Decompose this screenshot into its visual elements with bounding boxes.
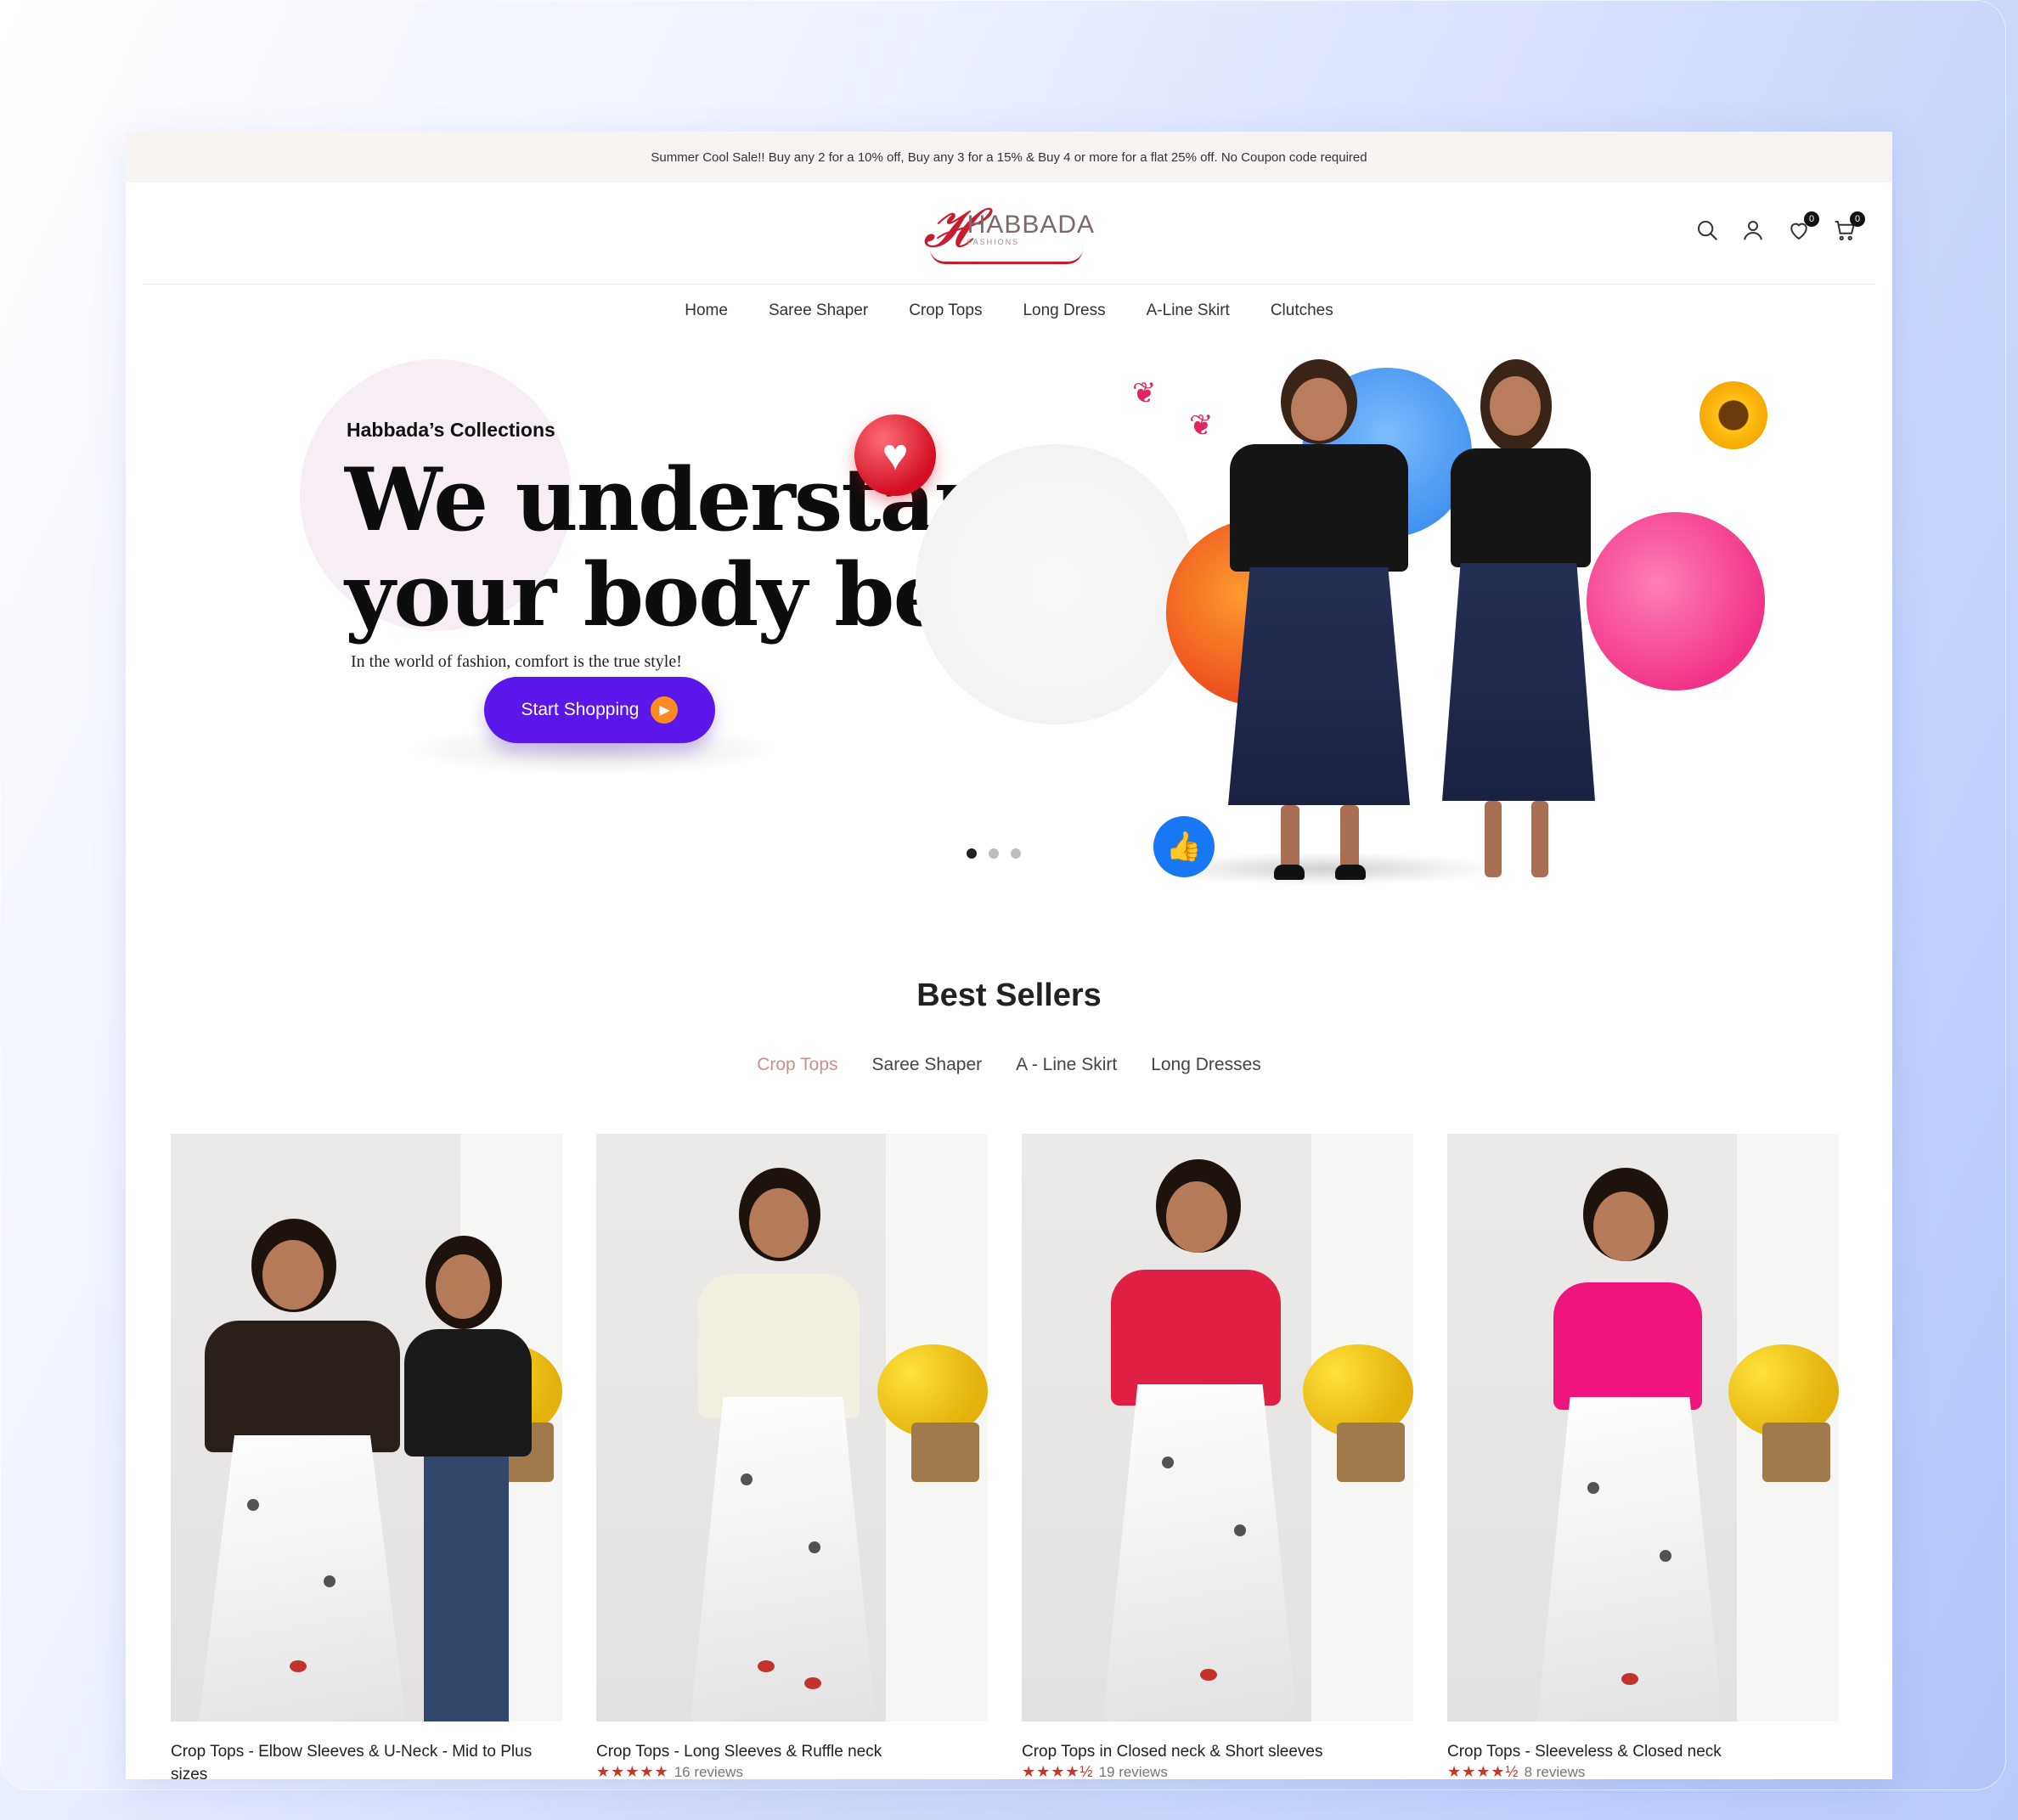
sunflower-icon [1700, 381, 1767, 449]
butterfly-icon: ❦ [1189, 409, 1214, 442]
tab-crop-tops[interactable]: Crop Tops [757, 1055, 837, 1075]
hero-subtitle: In the world of fashion, comfort is the … [351, 652, 682, 671]
main-nav: Home Saree Shaper Crop Tops Long Dress A… [126, 285, 1892, 334]
star-rating-icon: ★★★★½ [1022, 1763, 1094, 1779]
nav-clutches[interactable]: Clutches [1271, 301, 1333, 334]
star-rating-icon: ★★★★½ [1447, 1763, 1519, 1779]
nav-saree-shaper[interactable]: Saree Shaper [769, 301, 868, 334]
announcement-bar: Summer Cool Sale!! Buy any 2 for a 10% o… [126, 132, 1892, 183]
logo-mark: 𝓗 [922, 197, 972, 260]
product-rating: ★★★★★ 16 reviews [596, 1763, 988, 1779]
start-shopping-label: Start Shopping [521, 700, 640, 719]
nav-home[interactable]: Home [685, 301, 728, 334]
start-shopping-button[interactable]: Start Shopping ▶ [484, 677, 715, 743]
logo-tagline: FASHIONS [967, 238, 1020, 246]
browser-window: Summer Cool Sale!! Buy any 2 for a 10% o… [126, 132, 1892, 1779]
logo-swoosh [929, 249, 1083, 264]
product-title[interactable]: Crop Tops - Sleeveless & Closed neck [1447, 1740, 1839, 1763]
hero-white-circle [916, 444, 1196, 724]
product-card[interactable]: Crop Tops - Elbow Sleeves & U-Neck - Mid… [171, 1134, 562, 1779]
hero-banner: Habbada’s Collections We understand your… [126, 334, 1892, 945]
carousel-dot[interactable] [967, 848, 977, 859]
hero-eyebrow: Habbada’s Collections [347, 419, 555, 441]
best-sellers-title: Best Sellers [916, 978, 1102, 1013]
product-title[interactable]: Crop Tops - Long Sleeves & Ruffle neck [596, 1740, 988, 1763]
review-count[interactable]: 19 reviews [1099, 1764, 1168, 1780]
account-icon[interactable] [1739, 217, 1767, 244]
nav-a-line-skirt[interactable]: A-Line Skirt [1147, 301, 1230, 334]
review-count[interactable]: 8 reviews [1525, 1764, 1586, 1780]
brand-logo[interactable]: 𝓗 HABBADA FASHIONS [922, 197, 1096, 264]
product-image[interactable] [596, 1134, 988, 1721]
product-image[interactable] [1447, 1134, 1839, 1721]
wishlist-count-badge: 0 [1804, 211, 1819, 227]
site-header: 𝓗 HABBADA FASHIONS 0 0 [143, 183, 1875, 285]
product-card[interactable]: Crop Tops - Sleeveless & Closed neck ★★★… [1447, 1134, 1839, 1779]
product-card[interactable]: Crop Tops - Long Sleeves & Ruffle neck ★… [596, 1134, 988, 1779]
review-count[interactable]: 16 reviews [674, 1764, 743, 1780]
carousel-dots [967, 848, 1021, 859]
product-title[interactable]: Crop Tops - Elbow Sleeves & U-Neck - Mid… [171, 1740, 562, 1779]
nav-long-dress[interactable]: Long Dress [1023, 301, 1105, 334]
carousel-dot[interactable] [989, 848, 999, 859]
logo-wordmark: HABBADA [967, 211, 1096, 239]
product-card[interactable]: Crop Tops in Closed neck & Short sleeves… [1022, 1134, 1413, 1779]
header-icons: 0 0 [1694, 211, 1865, 244]
product-rating: ★★★★½ 19 reviews [1022, 1763, 1413, 1779]
cart-count-badge: 0 [1850, 211, 1865, 227]
butterfly-icon: ❦ [1132, 377, 1157, 409]
product-image[interactable] [171, 1134, 562, 1721]
hero-pink-circle [1587, 512, 1765, 690]
arrow-right-icon: ▶ [651, 696, 679, 724]
product-image[interactable] [1022, 1134, 1413, 1721]
product-title[interactable]: Crop Tops in Closed neck & Short sleeves [1022, 1740, 1413, 1763]
product-rating: ★★★★½ 8 reviews [1447, 1763, 1839, 1779]
announcement-text: Summer Cool Sale!! Buy any 2 for a 10% o… [651, 149, 1367, 165]
hero-model-right [1434, 359, 1604, 903]
carousel-dot[interactable] [1011, 848, 1021, 859]
wishlist-icon[interactable]: 0 [1785, 211, 1819, 244]
cart-icon[interactable]: 0 [1831, 211, 1865, 244]
thumbs-up-icon: 👍 [1153, 816, 1215, 877]
nav-crop-tops[interactable]: Crop Tops [909, 301, 982, 334]
best-sellers-tabs: Crop Tops Saree Shaper A - Line Skirt Lo… [126, 1055, 1892, 1075]
tab-a-line-skirt[interactable]: A - Line Skirt [1016, 1055, 1117, 1075]
search-icon[interactable] [1694, 217, 1721, 244]
tab-long-dresses[interactable]: Long Dresses [1151, 1055, 1261, 1075]
hero-model-left [1221, 359, 1417, 886]
tab-saree-shaper[interactable]: Saree Shaper [872, 1055, 983, 1075]
heart-icon: ♥ [854, 414, 936, 496]
star-rating-icon: ★★★★★ [596, 1763, 669, 1779]
product-grid: Crop Tops - Elbow Sleeves & U-Neck - Mid… [171, 1134, 1839, 1779]
